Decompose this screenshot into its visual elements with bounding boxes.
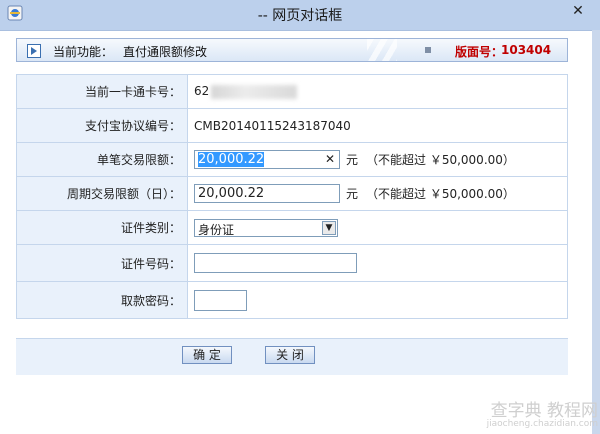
id-number-label: 证件号码：	[16, 244, 188, 282]
square-icon	[425, 47, 431, 53]
card-number-cell: 62	[187, 74, 568, 109]
agreement-number-value: CMB20140115243187040	[187, 108, 568, 143]
decorative-stripes	[367, 39, 397, 61]
confirm-button[interactable]: 确 定	[182, 346, 232, 364]
form-row-card: 当前一卡通卡号： 62	[16, 74, 568, 109]
form-row-id-number: 证件号码：	[16, 244, 568, 282]
single-limit-label: 单笔交易限额：	[16, 142, 188, 177]
form-row-single-limit: 单笔交易限额： 20,000.22 ✕ 元 （不能超过 ￥50,000.00）	[16, 142, 568, 177]
card-number-value: 62	[194, 84, 210, 99]
single-limit-hint: （不能超过 ￥50,000.00）	[366, 153, 515, 167]
function-value: 直付通限额修改	[123, 45, 208, 59]
page-number-label: 版面号：	[455, 45, 504, 59]
form-row-id-type: 证件类别： 身份证 ▼	[16, 210, 568, 245]
id-number-cell	[187, 244, 568, 282]
form-row-password: 取款密码：	[16, 281, 568, 319]
form-row-weekly-limit: 周期交易限额（日）： 20,000.22 元 （不能超过 ￥50,000.00）	[16, 176, 568, 211]
weekly-limit-hint: （不能超过 ￥50,000.00）	[366, 187, 515, 201]
weekly-limit-label: 周期交易限额（日）：	[16, 176, 188, 211]
function-bar: 当前功能： 直付通限额修改 版面号： 103404	[16, 38, 568, 62]
clear-icon[interactable]: ✕	[325, 151, 335, 168]
window-edge	[592, 30, 600, 434]
single-limit-input[interactable]: 20,000.22 ✕	[194, 150, 340, 169]
weekly-limit-unit: 元	[346, 187, 359, 201]
single-limit-value: 20,000.22	[198, 152, 265, 167]
function-label: 当前功能：	[53, 45, 114, 59]
watermark-url: jiaocheng.chazidian.com	[486, 419, 598, 429]
id-number-input[interactable]	[194, 253, 357, 273]
masked-digits	[211, 84, 298, 99]
limit-form: 当前一卡通卡号： 62 支付宝协议编号： CMB2014011524318704…	[16, 74, 568, 319]
password-label: 取款密码：	[16, 281, 188, 319]
id-type-select[interactable]: 身份证 ▼	[194, 218, 338, 237]
card-number-label: 当前一卡通卡号：	[16, 74, 188, 109]
play-icon	[27, 44, 41, 58]
dialog-content: 当前功能： 直付通限额修改 版面号： 103404 当前一卡通卡号： 62 支付…	[16, 34, 568, 384]
agreement-number-label: 支付宝协议编号：	[16, 108, 188, 143]
title-bar: -- 网页对话框 ✕	[0, 0, 600, 31]
single-limit-unit: 元	[346, 153, 359, 167]
single-limit-cell: 20,000.22 ✕ 元 （不能超过 ￥50,000.00）	[187, 142, 568, 177]
button-row: 确 定 关 闭	[16, 338, 568, 375]
weekly-limit-cell: 20,000.22 元 （不能超过 ￥50,000.00）	[187, 176, 568, 211]
chevron-down-icon[interactable]: ▼	[322, 220, 336, 235]
password-input[interactable]	[194, 289, 247, 311]
id-type-label: 证件类别：	[16, 210, 188, 245]
close-window-button[interactable]: ✕	[556, 0, 600, 22]
window-title: -- 网页对话框	[257, 8, 343, 24]
password-cell	[187, 281, 568, 319]
page-number-value: 103404	[501, 43, 552, 57]
id-type-selected: 身份证	[198, 222, 235, 237]
close-button[interactable]: 关 闭	[265, 346, 315, 364]
weekly-limit-input[interactable]: 20,000.22	[194, 184, 340, 203]
form-row-agreement: 支付宝协议编号： CMB20140115243187040	[16, 108, 568, 143]
id-type-cell: 身份证 ▼	[187, 210, 568, 245]
